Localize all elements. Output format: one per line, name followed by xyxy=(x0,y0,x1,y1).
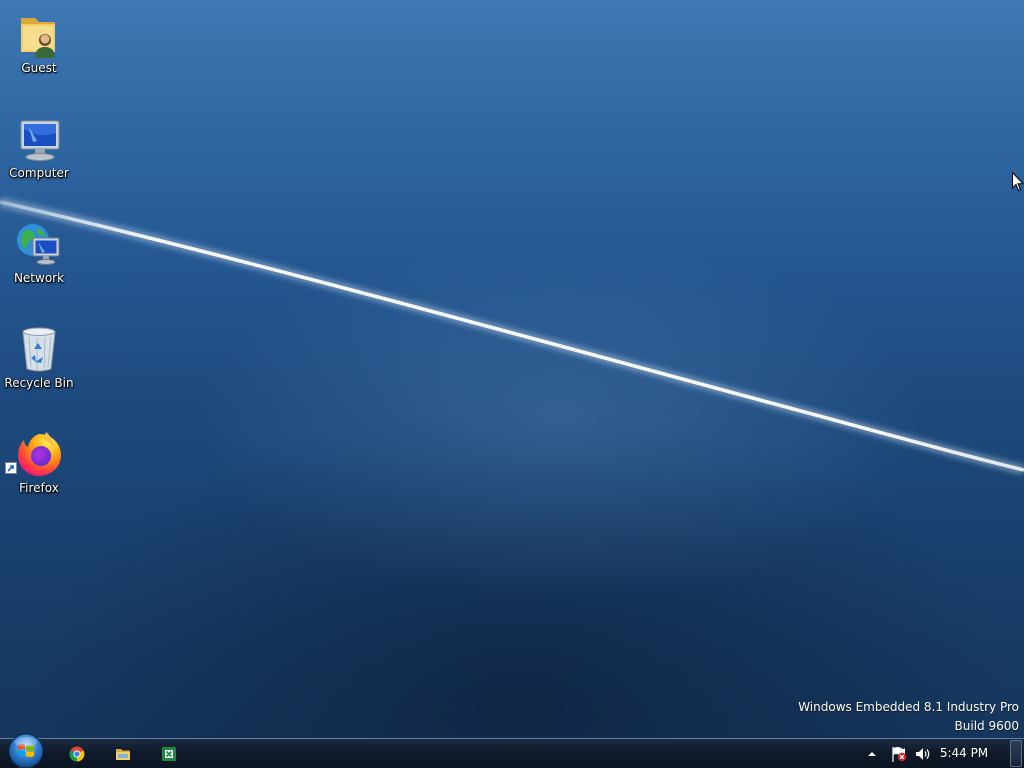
show-desktop-button[interactable] xyxy=(1010,740,1022,767)
desktop-icon-firefox[interactable]: Firefox xyxy=(2,424,76,510)
windows-start-orb-icon xyxy=(8,733,44,768)
watermark-edition: Windows Embedded 8.1 Industry Pro xyxy=(798,700,1019,714)
show-hidden-icons-chevron-icon xyxy=(868,752,876,756)
taskbar-pin-file-explorer[interactable] xyxy=(104,741,142,767)
windows-version-watermark: Windows Embedded 8.1 Industry Pro Build … xyxy=(798,698,1019,736)
taskbar-clock[interactable]: 5:44 PM xyxy=(934,746,994,760)
taskbar-pin-spreadsheet-app[interactable] xyxy=(150,741,188,767)
user-folder-icon xyxy=(15,10,63,58)
file-explorer-icon xyxy=(116,749,130,760)
desktop-icon-recycle-bin[interactable]: Recycle Bin xyxy=(2,319,76,405)
desktop[interactable]: Guest Computer Network Recycle Bin Firef… xyxy=(0,0,1024,768)
chrome-icon xyxy=(69,746,85,762)
wallpaper-light-streak xyxy=(0,197,1024,475)
watermark-build: Build 9600 xyxy=(954,719,1019,733)
network-icon xyxy=(15,220,63,268)
spreadsheet-app-icon xyxy=(162,747,176,761)
start-button[interactable] xyxy=(8,733,44,768)
shortcut-arrow-icon xyxy=(5,462,17,474)
show-hidden-icons-button[interactable] xyxy=(866,745,878,763)
recycle-bin-icon xyxy=(15,325,63,373)
desktop-icon-label: Recycle Bin xyxy=(4,376,74,390)
system-tray: 5:44 PM xyxy=(854,739,1024,768)
desktop-icon-computer[interactable]: Computer xyxy=(2,109,76,195)
firefox-icon xyxy=(5,430,63,478)
desktop-icon-label: Guest xyxy=(21,61,57,75)
volume-button[interactable] xyxy=(914,745,932,763)
desktop-icon-label: Computer xyxy=(9,166,69,180)
desktop-icon-label: Network xyxy=(13,271,65,285)
action-center-flag-icon xyxy=(892,747,907,762)
action-center-button[interactable] xyxy=(890,745,908,763)
desktop-icon-guest[interactable]: Guest xyxy=(2,4,76,90)
computer-icon xyxy=(15,115,63,163)
desktop-icon-network[interactable]: Network xyxy=(2,214,76,300)
taskbar-pin-chrome[interactable] xyxy=(58,741,96,767)
volume-icon xyxy=(916,748,930,760)
mouse-pointer-icon xyxy=(1012,172,1024,192)
desktop-icon-label: Firefox xyxy=(19,481,59,495)
taskbar: 5:44 PM xyxy=(0,733,1024,768)
